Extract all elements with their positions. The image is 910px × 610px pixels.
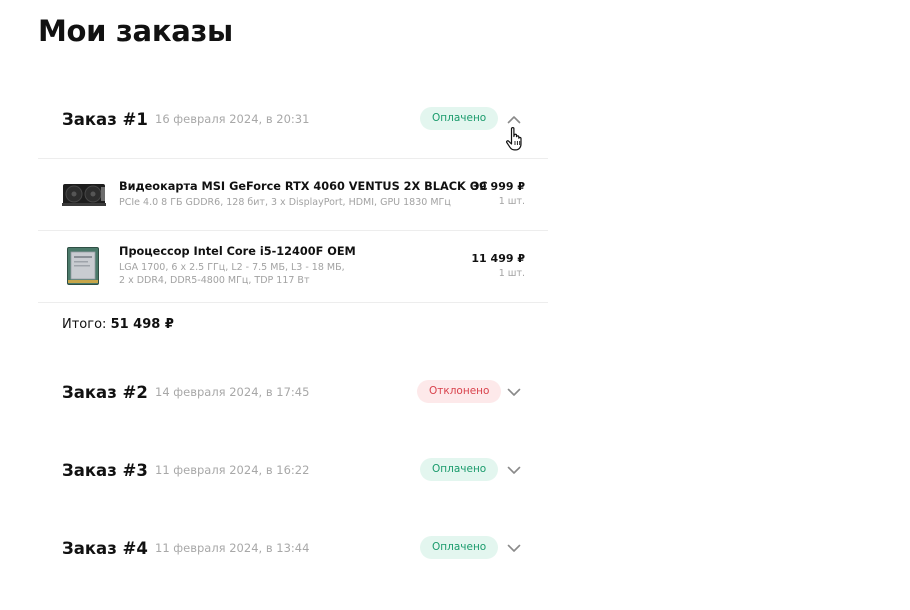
total-label: Итого:: [62, 317, 107, 332]
item-price: 11 499 ₽: [471, 252, 525, 265]
order-date: 11 февраля 2024, в 16:22: [155, 463, 310, 477]
graphics-card-image: [62, 184, 106, 206]
order-title: Заказ #3: [62, 460, 148, 480]
order-header[interactable]: Заказ #4 11 февраля 2024, в 13:44 Оплаче…: [38, 509, 548, 587]
chevron-down-icon[interactable]: [504, 383, 524, 401]
item-spec: PCIe 4.0 8 ГБ GDDR6, 128 бит, 3 x Displa…: [119, 197, 451, 208]
item-qty: 1 шт.: [498, 268, 525, 279]
item-name: Видеокарта MSI GeForce RTX 4060 VENTUS 2…: [119, 180, 488, 193]
order-item: Процессор Intel Core i5-12400F OEM LGA 1…: [38, 231, 548, 303]
item-spec-line: 2 x DDR4, DDR5-4800 МГц, TDP 117 Вт: [119, 274, 310, 286]
order-date: 11 февраля 2024, в 13:44: [155, 541, 310, 555]
item-price: 39 999 ₽: [471, 180, 525, 193]
page: Мои заказы Заказ #1 16 февраля 2024, в 2…: [0, 0, 910, 610]
item-qty: 1 шт.: [498, 196, 525, 207]
order-3: Заказ #3 11 февраля 2024, в 16:22 Оплаче…: [38, 431, 548, 509]
hand-cursor-icon: [506, 127, 522, 151]
order-title: Заказ #1: [62, 109, 148, 129]
item-name: Процессор Intel Core i5-12400F OEM: [119, 245, 356, 258]
item-spec-line: LGA 1700, 6 x 2.5 ГГц, L2 - 7.5 МБ, L3 -…: [119, 262, 345, 273]
chevron-down-icon[interactable]: [504, 461, 524, 479]
status-badge: Оплачено: [420, 107, 499, 130]
order-title: Заказ #4: [62, 538, 148, 558]
status-badge: Оплачено: [420, 536, 499, 559]
status-badge: Отклонено: [417, 380, 502, 403]
order-date: 16 февраля 2024, в 20:31: [155, 112, 310, 126]
order-header[interactable]: Заказ #2 14 февраля 2024, в 17:45 Отклон…: [38, 353, 548, 431]
cpu-image: [67, 247, 99, 285]
chevron-down-icon[interactable]: [504, 539, 524, 557]
order-header[interactable]: Заказ #3 11 февраля 2024, в 16:22 Оплаче…: [38, 431, 548, 509]
orders-list: Заказ #1 16 февраля 2024, в 20:31 Оплаче…: [38, 80, 548, 587]
order-2: Заказ #2 14 февраля 2024, в 17:45 Отклон…: [38, 353, 548, 431]
total-value: 51 498 ₽: [110, 317, 174, 332]
page-title: Мои заказы: [38, 14, 233, 48]
order-1: Заказ #1 16 февраля 2024, в 20:31 Оплаче…: [38, 80, 548, 353]
order-total: Итого: 51 498 ₽: [38, 303, 548, 353]
order-4: Заказ #4 11 февраля 2024, в 13:44 Оплаче…: [38, 509, 548, 587]
order-items: Видеокарта MSI GeForce RTX 4060 VENTUS 2…: [38, 158, 548, 303]
status-badge: Оплачено: [420, 458, 499, 481]
order-date: 14 февраля 2024, в 17:45: [155, 385, 310, 399]
order-title: Заказ #2: [62, 382, 148, 402]
order-header[interactable]: Заказ #1 16 февраля 2024, в 20:31 Оплаче…: [38, 80, 548, 158]
item-spec: LGA 1700, 6 x 2.5 ГГц, L2 - 7.5 МБ, L3 -…: [119, 262, 345, 287]
order-item: Видеокарта MSI GeForce RTX 4060 VENTUS 2…: [38, 159, 548, 231]
